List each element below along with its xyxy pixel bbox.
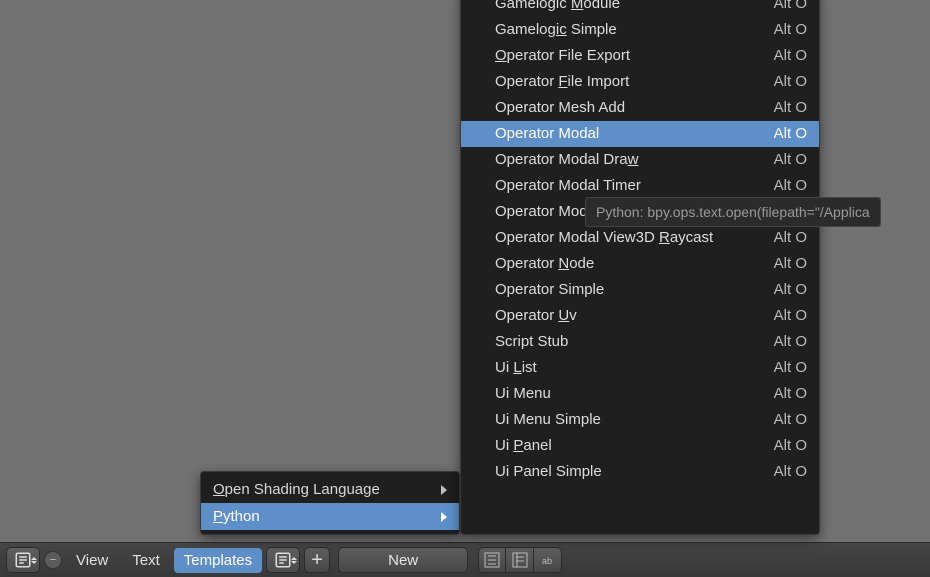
collapse-menus-button[interactable]: − — [44, 551, 62, 569]
template-item-label: Ui Panel — [495, 437, 552, 454]
shortcut-label: Alt O — [774, 359, 807, 376]
text-datablock-icon — [274, 551, 292, 569]
shortcut-label: Alt O — [774, 73, 807, 90]
shortcut-label: Alt O — [774, 47, 807, 64]
shortcut-label: Alt O — [774, 411, 807, 428]
shortcut-label: Alt O — [774, 333, 807, 350]
template-item[interactable]: Operator Modal Timer Alt O — [461, 173, 819, 199]
template-item[interactable]: Operator Modal View3D Raycast Alt O — [461, 225, 819, 251]
shortcut-label: Alt O — [774, 281, 807, 298]
shortcut-label: Alt O — [774, 151, 807, 168]
shortcut-label: Alt O — [774, 99, 807, 116]
shortcut-label: Alt O — [774, 21, 807, 38]
menu-item-label: Open Shading Language — [213, 481, 380, 498]
text-editor-header: − View Text Templates + New ab — [0, 542, 930, 577]
template-item[interactable]: Ui List Alt O — [461, 355, 819, 381]
template-item-label: Ui Menu Simple — [495, 411, 601, 428]
template-item[interactable]: Operator File Export Alt O — [461, 43, 819, 69]
python-tooltip: Python: bpy.ops.text.open(filepath="/App… — [585, 197, 881, 227]
templates-python-item[interactable]: Python — [201, 503, 459, 530]
submenu-arrow-icon — [441, 512, 447, 522]
word-wrap-icon — [512, 552, 528, 568]
shortcut-label: Alt O — [774, 385, 807, 402]
shortcut-label: Alt O — [774, 307, 807, 324]
templates-menu[interactable]: Templates — [174, 548, 262, 573]
template-item-label: Operator Modal Timer — [495, 177, 641, 194]
template-item-label: Ui Panel Simple — [495, 463, 602, 480]
template-item[interactable]: Ui Menu Alt O — [461, 381, 819, 407]
template-item-label: Operator Node — [495, 255, 594, 272]
template-item-label: Operator Uv — [495, 307, 577, 324]
text-menu[interactable]: Text — [122, 548, 170, 573]
shortcut-label: Alt O — [774, 463, 807, 480]
shortcut-label: Alt O — [774, 177, 807, 194]
template-item-label: Operator Mesh Add — [495, 99, 625, 116]
editor-type-selector[interactable] — [6, 547, 40, 573]
template-item-label: Operator File Import — [495, 73, 629, 90]
template-item[interactable]: Operator Modal Alt O — [461, 121, 819, 147]
template-item-label: Operator Modal — [495, 125, 599, 142]
display-toggle-group: ab — [478, 547, 562, 573]
template-item[interactable]: Operator Node Alt O — [461, 251, 819, 277]
template-item[interactable]: Operator File Import Alt O — [461, 69, 819, 95]
new-datablock-button[interactable]: + — [304, 547, 330, 573]
shortcut-label: Alt O — [774, 255, 807, 272]
template-item-label: Gamelogic Module — [495, 0, 620, 12]
shortcut-label: Alt O — [774, 125, 807, 142]
menu-item-label: Python — [213, 508, 260, 525]
shortcut-label: Alt O — [774, 437, 807, 454]
line-numbers-toggle[interactable] — [478, 547, 506, 573]
template-item-label: Operator Modal Draw — [495, 151, 638, 168]
template-item-label: Ui Menu — [495, 385, 551, 402]
template-item[interactable]: Gamelogic Simple Alt O — [461, 17, 819, 43]
template-item[interactable]: Operator Simple Alt O — [461, 277, 819, 303]
template-item[interactable]: Operator Modal Draw Alt O — [461, 147, 819, 173]
chevron-updown-icon — [31, 557, 37, 564]
datablock-browse[interactable] — [266, 547, 300, 573]
chevron-updown-icon — [291, 557, 297, 564]
svg-text:ab: ab — [542, 556, 552, 566]
templates-submenu: Open Shading Language Python — [200, 471, 460, 535]
template-item[interactable]: Gamelogic Module Alt O — [461, 0, 819, 17]
shortcut-label: Alt O — [774, 0, 807, 12]
template-item[interactable]: Ui Panel Simple Alt O — [461, 459, 819, 485]
templates-osl-item[interactable]: Open Shading Language — [201, 476, 459, 503]
syntax-highlight-icon: ab — [540, 552, 556, 568]
template-item-label: Operator Simple — [495, 281, 604, 298]
submenu-arrow-icon — [441, 485, 447, 495]
syntax-highlight-toggle[interactable]: ab — [534, 547, 562, 573]
template-item[interactable]: Ui Panel Alt O — [461, 433, 819, 459]
view-menu[interactable]: View — [66, 548, 118, 573]
template-item[interactable]: Operator Uv Alt O — [461, 303, 819, 329]
new-text-button[interactable]: New — [338, 547, 468, 573]
line-numbers-icon — [484, 552, 500, 568]
template-item-label: Operator File Export — [495, 47, 630, 64]
text-editor-icon — [14, 551, 32, 569]
template-item[interactable]: Ui Menu Simple Alt O — [461, 407, 819, 433]
template-item-label: Ui List — [495, 359, 537, 376]
template-item-label: Operator Modal View3D Raycast — [495, 229, 713, 246]
template-item-label: Gamelogic Simple — [495, 21, 617, 38]
shortcut-label: Alt O — [774, 229, 807, 246]
template-item-label: Script Stub — [495, 333, 568, 350]
template-item[interactable]: Script Stub Alt O — [461, 329, 819, 355]
word-wrap-toggle[interactable] — [506, 547, 534, 573]
template-item[interactable]: Operator Mesh Add Alt O — [461, 95, 819, 121]
python-templates-submenu: Gamelogic Module Alt O Gamelogic Simple Alt… — [460, 0, 820, 535]
